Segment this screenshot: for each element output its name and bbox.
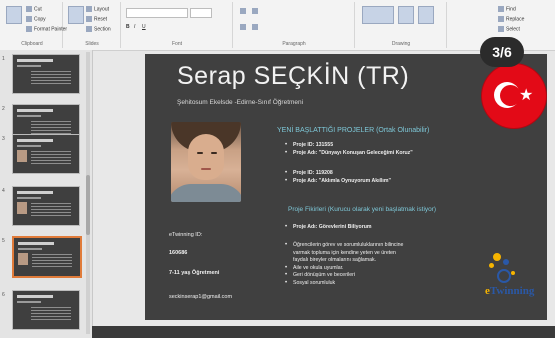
section-icon — [86, 26, 92, 32]
list-item: faydalı bireyler olmalarını sağlamak. — [293, 257, 377, 263]
project-id: Proje ID: 119208 — [285, 170, 391, 178]
slide-thumbnail-6[interactable] — [12, 290, 80, 330]
slide-thumbnail-3[interactable] — [12, 134, 80, 174]
project-name: Proje Adı: "Aklımla Oynuyorum Akıllım" — [285, 178, 391, 186]
quick-styles-icon[interactable] — [418, 6, 434, 24]
idea-title: Proje Adı: Görevlerini Biliyorum — [285, 224, 371, 232]
paragraph-group: Paragraph — [234, 2, 355, 48]
drawing-label: Drawing — [391, 41, 411, 47]
bullets-button[interactable] — [240, 8, 248, 14]
select-icon — [498, 26, 504, 32]
shapes-gallery-icon[interactable] — [362, 6, 394, 24]
slide-thumbnail-5[interactable] — [12, 236, 82, 278]
list-item: Sosyal sorumluluk — [285, 280, 403, 288]
brush-icon — [26, 26, 32, 32]
font-label: Font — [171, 41, 182, 47]
thumb-number: 3 — [2, 136, 5, 142]
font-family-select[interactable] — [126, 8, 188, 18]
copy-button[interactable]: Copy — [26, 16, 46, 22]
section-button[interactable]: Section — [86, 26, 111, 32]
project-name: Proje Adı: "Dünyayı Konuşan Geleceğimi K… — [285, 150, 413, 158]
slide-counter-badge: 3/6 — [480, 37, 524, 67]
turkey-flag-icon: ★ — [482, 64, 546, 128]
slide-thumbnail-1[interactable] — [12, 54, 80, 94]
numbering-icon — [252, 8, 258, 14]
paste-icon[interactable] — [6, 6, 22, 24]
teacher-photo[interactable] — [171, 122, 241, 202]
cut-button[interactable]: Cut — [26, 6, 42, 12]
etwinning-id-value: 160686 — [169, 250, 188, 256]
clipboard-group: Cut Copy Format Painter Clipboard — [2, 2, 67, 48]
find-icon — [498, 6, 504, 12]
reset-button[interactable]: Reset — [86, 16, 107, 22]
replace-button[interactable]: Replace — [498, 16, 524, 22]
slide-thumbnail-4[interactable] — [12, 186, 80, 226]
etwinning-id-label: eTwinning ID: — [169, 232, 203, 238]
projects-list: Proje ID: 131555 Proje Adı: "Dünyayı Kon… — [285, 142, 413, 158]
replace-icon — [498, 16, 504, 22]
clipboard-label: Clipboard — [21, 41, 43, 47]
thumb-number: 2 — [2, 106, 5, 112]
select-button[interactable]: Select — [498, 26, 520, 32]
list-item: Geri dönüşüm ve becerileri — [285, 272, 403, 280]
layout-button[interactable]: Layout — [86, 6, 109, 12]
new-slide-icon[interactable] — [68, 6, 84, 24]
thumb-number: 1 — [2, 56, 5, 62]
underline-button[interactable]: U — [142, 24, 146, 30]
font-size-select[interactable] — [190, 8, 212, 18]
thumb-number: 6 — [2, 292, 5, 298]
email-address: seckinserap1@gmail.com — [169, 294, 233, 300]
presentation-window: Cut Copy Format Painter Clipboard Layout… — [0, 0, 555, 338]
format-painter-button[interactable]: Format Painter — [26, 26, 67, 32]
slide-title[interactable]: Serap SEÇKİN (TR) — [177, 62, 409, 91]
thumb-number: 5 — [2, 238, 5, 244]
list-item: Aile ve okula uyumlar. — [285, 265, 403, 273]
align-center-button[interactable] — [252, 24, 260, 30]
align-left-icon — [240, 24, 246, 30]
copy-icon — [26, 16, 32, 22]
slides-group: Layout Reset Section Slides — [64, 2, 121, 48]
etwinning-logo: eTwinning — [483, 249, 545, 309]
find-button[interactable]: Find — [498, 6, 516, 12]
paragraph-label: Paragraph — [282, 41, 306, 47]
scrollbar-thumb[interactable] — [86, 175, 90, 235]
ideas-heading: Proje Fikirleri (Kurucu olarak yeni başl… — [288, 206, 437, 213]
drawing-group: Drawing — [356, 2, 447, 48]
project-id: Proje ID: 131555 — [285, 142, 413, 150]
align-center-icon — [252, 24, 258, 30]
logo-rest: Twinning — [489, 285, 535, 297]
status-bar — [92, 326, 555, 338]
scissors-icon — [26, 6, 32, 12]
bold-button[interactable]: B — [126, 24, 130, 30]
arrange-icon[interactable] — [398, 6, 414, 24]
bullets-icon — [240, 8, 246, 14]
projects-heading: YENİ BAŞLATTIĞI PROJELER (Ortak Olunabil… — [277, 127, 430, 134]
numbering-button[interactable] — [252, 8, 260, 14]
thumb-number: 4 — [2, 188, 5, 194]
layout-icon — [86, 6, 92, 12]
reset-icon — [86, 16, 92, 22]
slides-label: Slides — [85, 41, 99, 47]
slide-subtitle[interactable]: Şehitosum Ekelsde -Edirne-Sınıf Öğretmen… — [177, 99, 303, 106]
list-item: varmak topluma için kendine yeten ve üre… — [293, 249, 396, 256]
idea-title-list: Proje Adı: Görevlerini Biliyorum — [285, 224, 371, 232]
align-left-button[interactable] — [240, 24, 248, 30]
teacher-role: 7-11 yaş Öğretmeni — [169, 270, 220, 276]
italic-button[interactable]: I — [134, 24, 135, 30]
slide-thumbnails-panel: 1 2 3 4 5 6 — [0, 50, 93, 338]
list-item: Öğrencilerin görev ve sorumluluklarının … — [285, 242, 403, 250]
ribbon: Cut Copy Format Painter Clipboard Layout… — [0, 0, 555, 51]
projects-list-2: Proje ID: 119208 Proje Adı: "Aklımla Oyn… — [285, 170, 391, 186]
font-group: B I U Font — [122, 2, 233, 48]
idea-items-list: Öğrencilerin görev ve sorumluluklarının … — [285, 242, 403, 288]
